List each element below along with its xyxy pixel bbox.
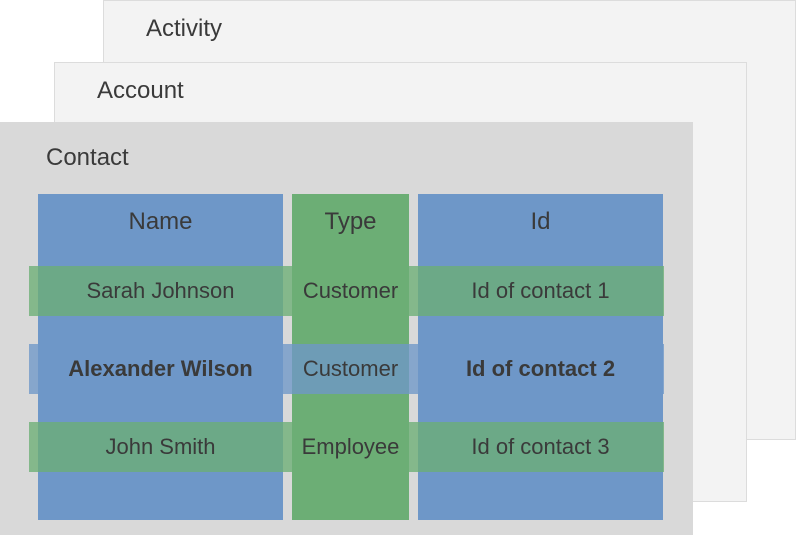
cell-type: Customer	[292, 266, 409, 316]
cell-id: Id of contact 2	[418, 344, 663, 394]
cell-id: Id of contact 3	[418, 422, 663, 472]
cell-type: Customer	[292, 344, 409, 394]
cell-type: Employee	[292, 422, 409, 472]
cell-name: Sarah Johnson	[38, 266, 283, 316]
column-header-name: Name	[38, 208, 283, 236]
cell-name: Alexander Wilson	[38, 344, 283, 394]
column-header-type: Type	[292, 208, 409, 236]
panel-activity-title: Activity	[146, 15, 222, 43]
panel-account-title: Account	[97, 77, 184, 105]
cell-id: Id of contact 1	[418, 266, 663, 316]
panel-contact: Contact Name Type Id Sarah Johnson Custo…	[0, 122, 693, 535]
panel-contact-title: Contact	[46, 144, 129, 172]
cell-name: John Smith	[38, 422, 283, 472]
column-header-id: Id	[418, 208, 663, 236]
